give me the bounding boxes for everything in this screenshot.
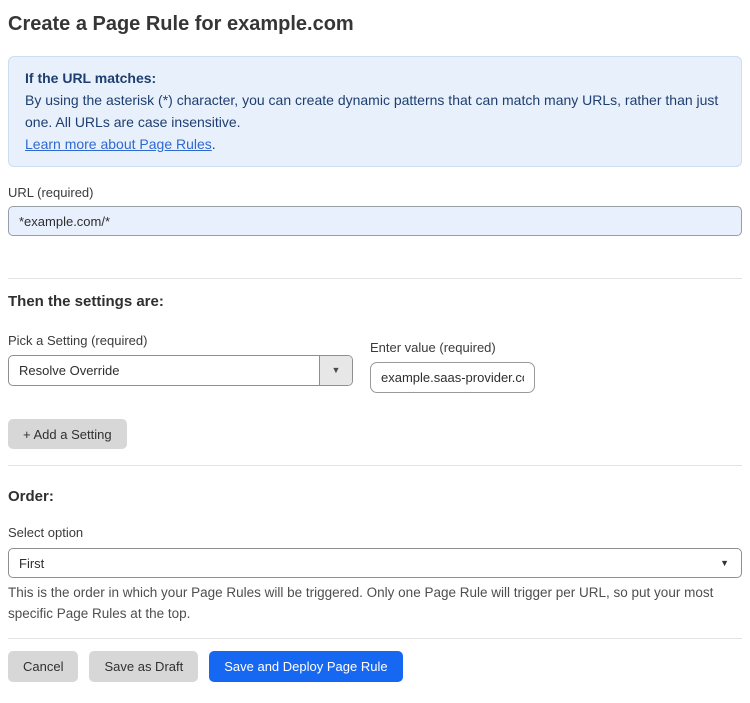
divider xyxy=(8,465,742,466)
settings-row: Pick a Setting (required) Resolve Overri… xyxy=(8,333,742,393)
setting-select-arrow-button[interactable]: ▼ xyxy=(319,356,352,385)
save-as-draft-button[interactable]: Save as Draft xyxy=(89,651,199,682)
setting-select-value: Resolve Override xyxy=(19,363,120,378)
chevron-down-icon: ▼ xyxy=(720,557,729,568)
order-section-heading: Order: xyxy=(8,488,54,505)
url-match-info-box: If the URL matches: By using the asteris… xyxy=(8,56,742,167)
url-field-label: URL (required) xyxy=(8,185,94,200)
save-and-deploy-button[interactable]: Save and Deploy Page Rule xyxy=(209,651,403,682)
link-suffix: . xyxy=(211,136,216,152)
order-select-value: First xyxy=(19,555,45,571)
chevron-down-icon: ▼ xyxy=(331,365,341,375)
order-select[interactable]: First ▼ xyxy=(8,548,742,578)
cancel-button[interactable]: Cancel xyxy=(8,651,79,682)
divider xyxy=(8,638,742,639)
setting-select-group: Pick a Setting (required) Resolve Overri… xyxy=(8,333,353,386)
url-input[interactable] xyxy=(8,206,742,236)
settings-section-heading: Then the settings are: xyxy=(8,293,164,310)
learn-more-link[interactable]: Learn more about Page Rules xyxy=(25,136,212,152)
value-field-label: Enter value (required) xyxy=(370,340,496,355)
footer-buttons: Cancel Save as Draft Save and Deploy Pag… xyxy=(8,651,742,682)
setting-value-input[interactable] xyxy=(370,362,535,393)
info-box-heading: If the URL matches: xyxy=(25,70,157,86)
setting-select-label: Pick a Setting (required) xyxy=(8,333,148,348)
info-box-body: By using the asterisk (*) character, you… xyxy=(25,92,719,130)
page-title: Create a Page Rule for example.com xyxy=(8,13,354,35)
setting-value-group: Enter value (required) xyxy=(370,333,535,393)
add-setting-button[interactable]: + Add a Setting xyxy=(8,419,127,449)
setting-select[interactable]: Resolve Override ▼ xyxy=(8,355,353,386)
order-select-label: Select option xyxy=(8,525,84,540)
info-box-link-line: Learn more about Page Rules. xyxy=(25,133,725,155)
page-rule-form: Create a Page Rule for example.com If th… xyxy=(0,12,750,682)
divider xyxy=(8,278,742,279)
order-help-text: This is the order in which your Page Rul… xyxy=(8,585,714,621)
